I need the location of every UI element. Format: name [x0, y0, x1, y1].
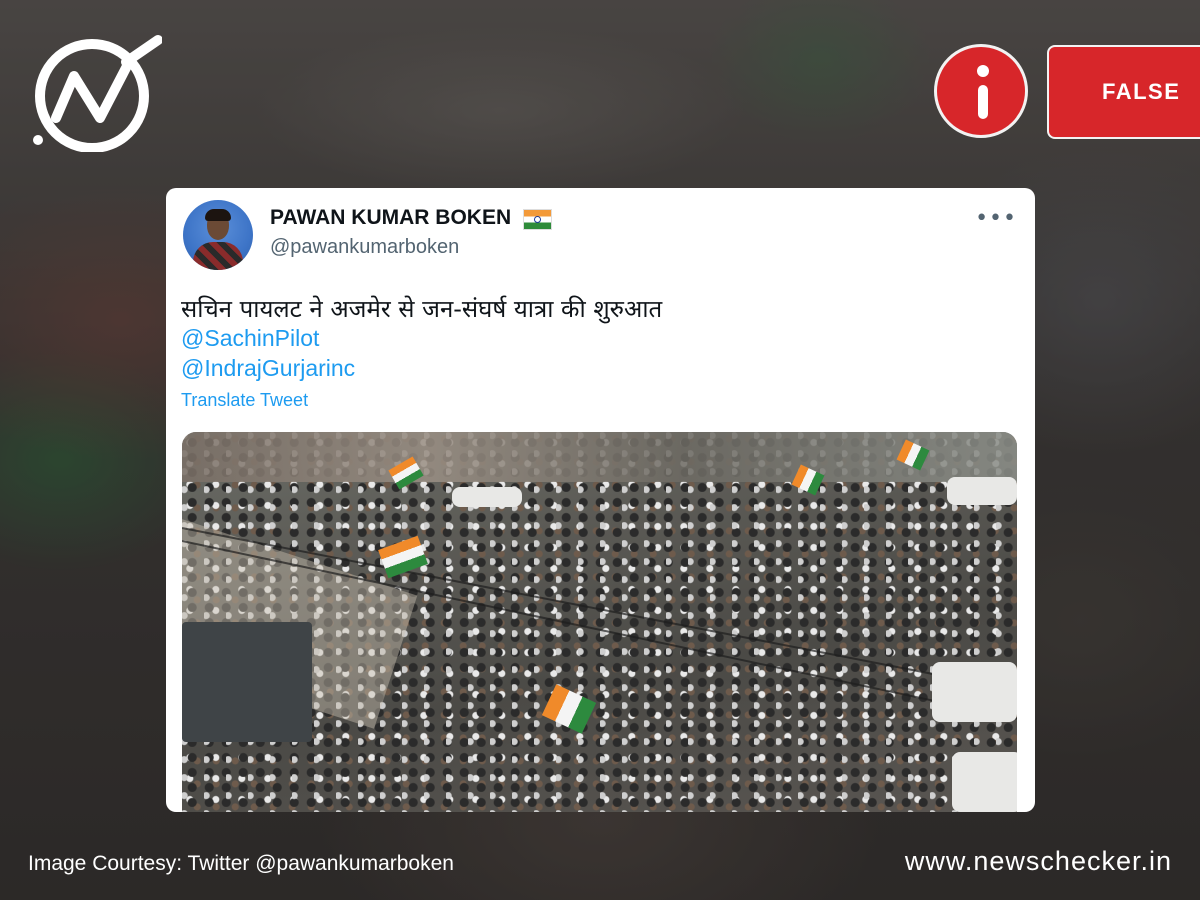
author-name[interactable]: PAWAN KUMAR BOKEN	[270, 206, 511, 230]
video-vehicle	[452, 487, 522, 507]
tweet-card: PAWAN KUMAR BOKEN @pawankumarboken ••• स…	[166, 188, 1035, 812]
more-options-icon[interactable]: •••	[975, 206, 1017, 231]
video-truck	[182, 622, 312, 742]
video-flag	[541, 684, 597, 734]
video-vehicle	[947, 477, 1017, 505]
video-background-buildings	[182, 432, 1017, 482]
author-handle[interactable]: @pawankumarboken	[270, 236, 459, 259]
tweet-text: सचिन पायलट ने अजमेर से जन-संघर्ष यात्रा …	[181, 295, 663, 323]
image-courtesy: Image Courtesy: Twitter @pawankumarboken	[28, 852, 454, 875]
info-icon	[934, 44, 1028, 138]
mention-link[interactable]: @SachinPilot	[181, 325, 319, 352]
avatar[interactable]	[183, 200, 253, 270]
newschecker-logo-icon	[30, 32, 163, 153]
verdict-false-badge: FALSE	[1047, 45, 1200, 139]
translate-tweet-link[interactable]: Translate Tweet	[181, 390, 308, 411]
video-vehicle	[932, 662, 1017, 722]
mention-link[interactable]: @IndrajGurjarinc	[181, 355, 355, 382]
video-vehicle	[952, 752, 1017, 812]
video-flag	[378, 535, 428, 579]
site-url: www.newschecker.in	[904, 846, 1172, 876]
verdict-label: FALSE	[1102, 79, 1181, 104]
india-flag-icon	[523, 209, 552, 230]
tweet-video[interactable]	[182, 432, 1017, 812]
